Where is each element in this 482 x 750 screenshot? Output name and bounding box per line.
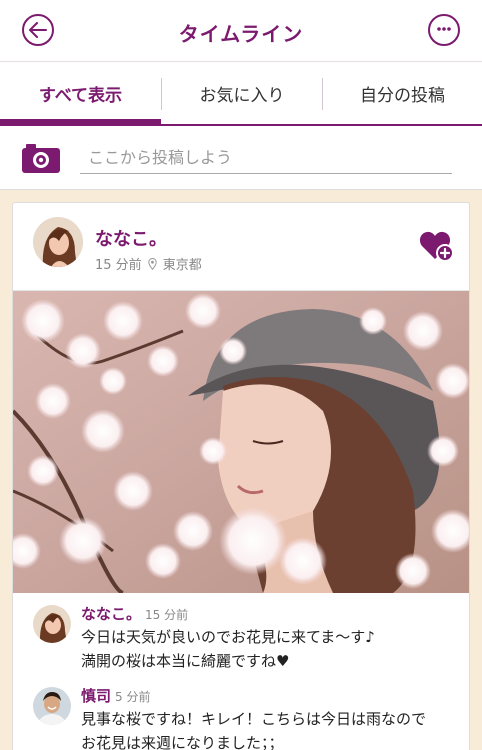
comment-line: 満開の桜は本当に綺麗ですね♥ xyxy=(81,652,290,670)
comment-item: ななこ。 15 分前 今日は天気が良いのでお花見に来てま〜す♪ 満開の桜は本当に綺… xyxy=(13,601,469,677)
post-header: ななこ。 15 分前 東京都 xyxy=(13,203,469,291)
comment-line: お花見は来週になりました；； xyxy=(81,734,284,750)
compose-bar xyxy=(0,126,482,190)
comment-author: 慎司 5 分前 xyxy=(81,685,150,706)
chat-button[interactable] xyxy=(428,14,460,46)
location-pin-icon xyxy=(147,257,157,270)
heart-plus-icon[interactable] xyxy=(419,229,455,263)
page-title: タイムライン xyxy=(178,22,304,46)
app-header: タイムライン xyxy=(0,0,482,62)
post-meta: 15 分前 東京都 xyxy=(95,254,202,273)
comment-author: ななこ。 15 分前 xyxy=(81,603,188,624)
post-input[interactable] xyxy=(80,142,452,174)
post-card: ななこ。 15 分前 東京都 ななこ。 15 分前 今日は天気が良いのでお花見に… xyxy=(12,202,470,750)
tab-favorites[interactable]: お気に入り xyxy=(162,62,322,124)
post-photo[interactable] xyxy=(13,291,469,593)
avatar[interactable] xyxy=(33,687,71,725)
comment-item: 慎司 5 分前 見事な桜ですね！キレイ！こちらは今日は雨なので お花見は来週になり… xyxy=(13,683,469,750)
chat-bubble-icon xyxy=(437,27,451,31)
tab-all[interactable]: すべて表示 xyxy=(0,62,161,124)
post-location: 東京都 xyxy=(162,258,202,273)
comment-author-name[interactable]: 慎司 xyxy=(81,687,111,705)
post-time: 15 分前 xyxy=(95,258,142,273)
comment-time: 15 分前 xyxy=(145,608,189,622)
avatar[interactable] xyxy=(33,605,71,643)
comment-text: 見事な桜ですね！キレイ！こちらは今日は雨なので お花見は来週になりました；； xyxy=(81,707,461,750)
comment-author-name[interactable]: ななこ。 xyxy=(81,605,141,623)
comment-line: 見事な桜ですね！キレイ！こちらは今日は雨なので xyxy=(81,710,427,728)
camera-icon[interactable] xyxy=(22,143,60,173)
comment-line: 今日は天気が良いのでお花見に来てま〜す♪ xyxy=(81,628,375,646)
post-author[interactable]: ななこ。 xyxy=(95,225,167,251)
tab-bar: すべて表示 お気に入り 自分の投稿 xyxy=(0,62,482,124)
comment-text: 今日は天気が良いのでお花見に来てま〜す♪ 満開の桜は本当に綺麗ですね♥ xyxy=(81,625,461,673)
tab-my-posts[interactable]: 自分の投稿 xyxy=(323,62,482,124)
comment-time: 5 分前 xyxy=(115,690,151,704)
avatar[interactable] xyxy=(33,217,83,267)
